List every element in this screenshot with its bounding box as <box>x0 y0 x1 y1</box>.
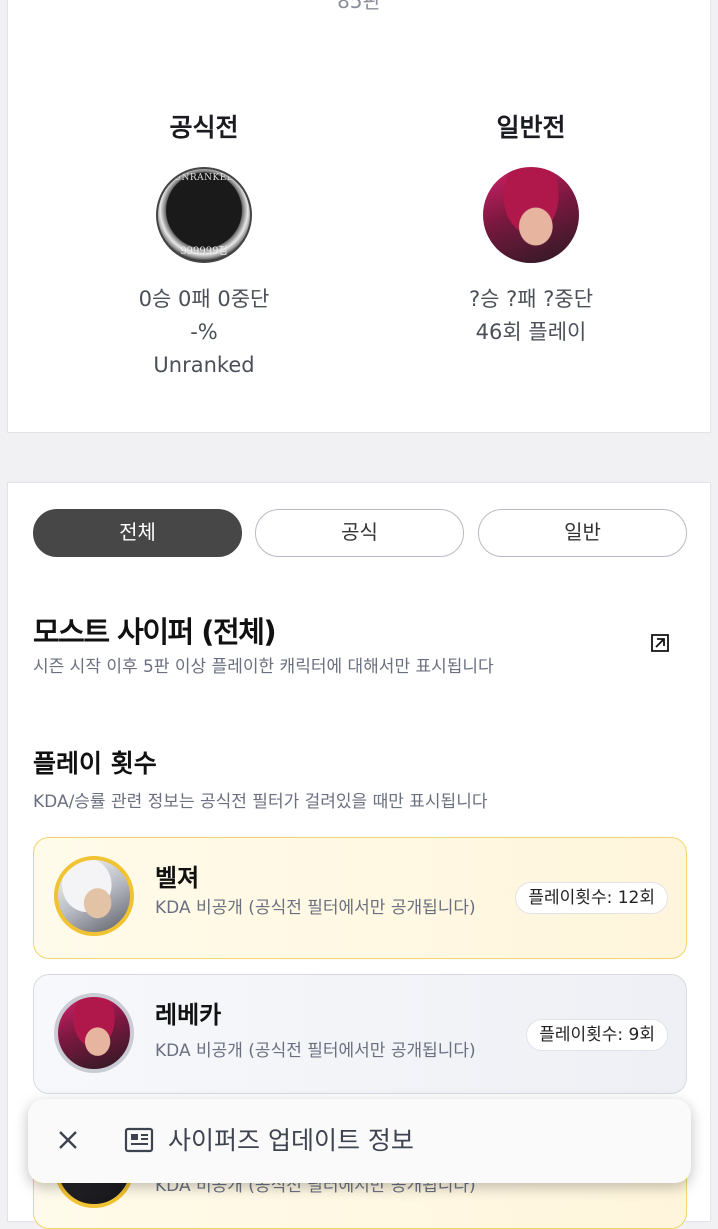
play-count-subtitle: KDA/승률 관련 정보는 공식전 필터가 걸려있을 때만 표시됩니다 <box>33 792 488 812</box>
normal-record: ?승 ?패 ?중단 <box>468 287 594 311</box>
total-games-text: 85판 <box>337 0 381 13</box>
newspaper-icon <box>124 1127 154 1153</box>
filter-normal-button[interactable]: 일반 <box>478 509 687 557</box>
character-kda: KDA 비공개 (공식전 필터에서만 공개됩니다) <box>155 1041 476 1061</box>
character-avatar <box>54 856 134 936</box>
ranked-record: 0승 0패 0중단 <box>138 287 270 311</box>
character-card[interactable]: 벨져 KDA 비공개 (공식전 필터에서만 공개됩니다) 플레이횟수: 12회 <box>33 837 687 959</box>
update-info-toast[interactable]: 사이퍼즈 업데이트 정보 <box>28 1099 691 1183</box>
filter-ranked-button[interactable]: 공식 <box>255 509 464 557</box>
most-cypher-subtitle: 시즌 시작 이후 5판 이상 플레이한 캐릭터에 대해서만 표시됩니다 <box>33 657 494 677</box>
most-cypher-title: 모스트 사이퍼 (전체) <box>33 615 277 649</box>
play-count-badge: 플레이횟수: 9회 <box>526 1019 668 1051</box>
character-name: 벨져 <box>155 864 200 892</box>
normal-title: 일반전 <box>496 113 566 142</box>
character-name: 레베카 <box>155 1001 222 1029</box>
character-avatar <box>54 993 134 1073</box>
ranked-winrate: -% <box>190 320 218 344</box>
close-icon[interactable] <box>56 1128 80 1152</box>
character-card[interactable]: 레베카 KDA 비공개 (공식전 필터에서만 공개됩니다) 플레이횟수: 9회 <box>33 974 687 1094</box>
normal-play-count: 46회 플레이 <box>475 320 587 344</box>
match-summary-card: 85판 공식전 UNRANKED 999999점 0승 0패 0중단 -% Un… <box>7 0 711 433</box>
normal-summary: 일반전 ?승 ?패 ?중단 46회 플레이 <box>411 111 651 349</box>
filter-all-button[interactable]: 전체 <box>33 509 242 557</box>
open-external-icon[interactable] <box>648 631 672 655</box>
play-count-badge: 플레이횟수: 12회 <box>515 882 668 914</box>
character-kda: KDA 비공개 (공식전 필터에서만 공개됩니다) <box>155 898 476 918</box>
ranked-summary: 공식전 UNRANKED 999999점 0승 0패 0중단 -% Unrank… <box>84 111 324 382</box>
emblem-points-label: 999999점 <box>180 246 228 257</box>
play-count-title: 플레이 횟수 <box>33 749 157 778</box>
update-info-link[interactable]: 사이퍼즈 업데이트 정보 <box>168 1121 414 1157</box>
emblem-top-label: UNRANKED <box>173 173 235 183</box>
normal-most-character-avatar <box>483 167 579 263</box>
ranked-title: 공식전 <box>169 113 239 142</box>
unranked-emblem: UNRANKED 999999점 <box>156 167 252 263</box>
ranked-tier: Unranked <box>153 353 255 377</box>
